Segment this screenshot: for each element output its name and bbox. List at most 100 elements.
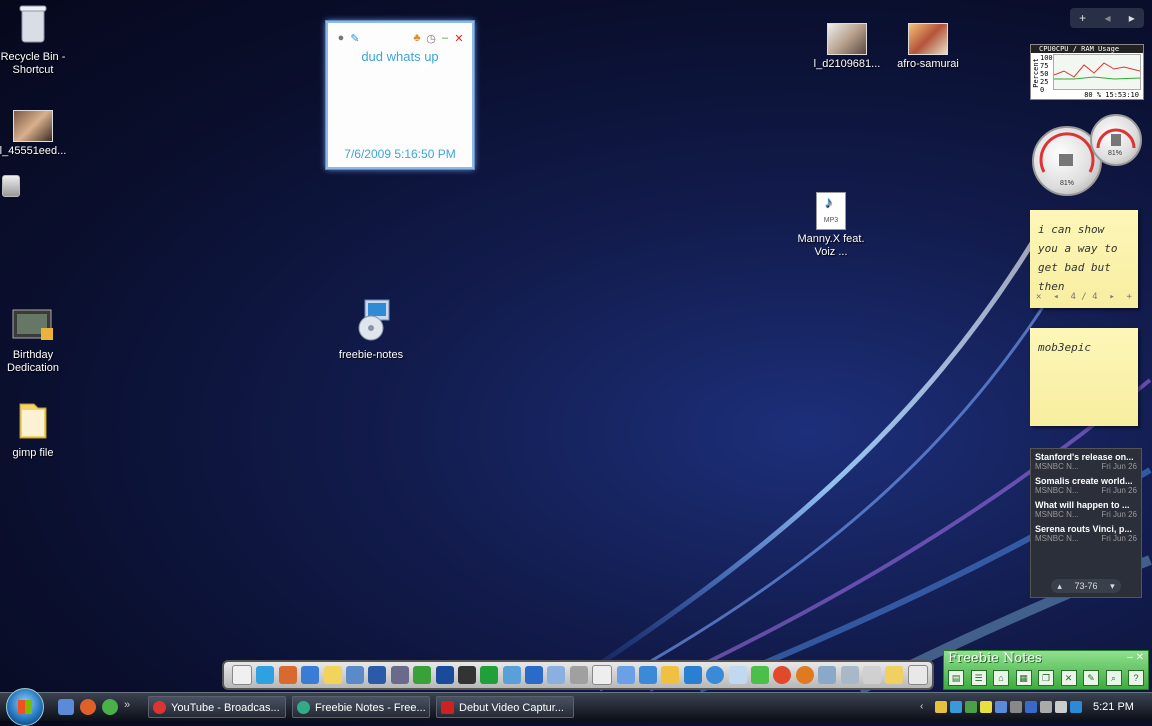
tray-icon[interactable] [980,701,992,713]
dock-app-icon[interactable] [232,665,252,685]
dock-app-icon[interactable] [885,666,904,684]
sticky-note-text[interactable]: mob3epic [1030,328,1138,367]
tray-icon[interactable] [1010,701,1022,713]
taskbar-button-youtube[interactable]: YouTube - Broadcas... [148,696,286,718]
dock-app-icon[interactable] [661,666,680,684]
chrome-icon[interactable] [102,699,118,715]
dock-app-icon[interactable] [639,666,658,684]
sticky-note-1[interactable]: i can show you a way to get bad but then… [1030,210,1138,308]
minimize-icon[interactable]: – [1127,652,1133,663]
quick-launch-more[interactable]: » [124,699,140,715]
desktop-icon-photo-1[interactable]: l_45551eed... [0,110,73,158]
dock-app-icon[interactable] [818,666,837,684]
side-widget-handle[interactable] [2,175,20,197]
dock-app-icon[interactable] [840,666,859,684]
dock-app-icon[interactable] [301,666,320,684]
grid-icon[interactable]: ▦ [1015,670,1032,686]
dock-app-icon[interactable] [706,666,725,684]
dock-app-icon[interactable] [390,666,409,684]
dock-app-icon[interactable] [413,666,432,684]
clock[interactable]: 5:21 PM [1093,701,1134,713]
tray-icon[interactable] [1025,701,1037,713]
home-icon[interactable]: ⌂ [993,670,1009,686]
delete-note-icon[interactable]: ✕ [1036,292,1041,302]
dock-app-icon[interactable] [323,666,342,684]
prev-page-icon[interactable]: ◂ [1104,11,1110,25]
prev-note-icon[interactable]: ◂ [1053,292,1058,302]
sticky-note-2[interactable]: mob3epic [1030,328,1138,426]
dock-app-icon[interactable] [547,666,566,684]
new-note-icon[interactable]: ▤ [948,670,964,686]
pin-icon[interactable]: ● [334,32,348,44]
dock-app-icon[interactable] [368,666,387,684]
tray-icon[interactable] [995,701,1007,713]
dock-app-icon[interactable] [278,666,297,684]
cpu-ram-meter-gadget[interactable]: CPU0CPU / RAM Usage Percent 100 75 50 25 0 8… [1030,44,1144,100]
tray-icon[interactable] [965,701,977,713]
dock-app-icon[interactable] [457,666,476,684]
add-gadget-icon[interactable]: + [1079,11,1086,25]
dock-app-icon[interactable] [435,666,454,684]
dock-app-icon[interactable] [345,666,364,684]
news-next-icon[interactable]: ▾ [1110,581,1115,592]
ram-gauge[interactable]: 81% [1090,114,1142,166]
dock-app-icon[interactable] [256,666,275,684]
freebie-notes-toolbar[interactable]: Freebie Notes – ✕ ▤ ☰ ⌂ ▦ ❐ ✕ ✎ ⌕ ? [943,650,1149,690]
news-item[interactable]: What will happen to ... MSNBC N... Fri Ju… [1031,497,1141,521]
next-note-icon[interactable]: ▸ [1109,292,1114,302]
news-item[interactable]: Stanford's release on... MSNBC N... Fri J… [1031,449,1141,473]
news-feed-gadget[interactable]: Stanford's release on... MSNBC N... Fri J… [1030,448,1142,598]
tray-expand-icon[interactable]: ‹ [920,701,932,713]
dock-app-icon[interactable] [480,666,499,684]
desktop-icon-photo-2[interactable]: l_d2109681... [807,23,887,71]
desktop-icon-freebie-notes[interactable]: freebie-notes [331,298,411,362]
desktop-icon-birthday-dedication[interactable]: Birthday Dedication [0,308,73,375]
desktop-icon-gimp-file[interactable]: gimp file [0,400,73,460]
dock-app-icon[interactable] [728,666,747,684]
copy-icon[interactable]: ❐ [1038,670,1054,686]
freebie-note-window[interactable]: ● ✎ ♣ ◷ – ✕ dud whats up 7/6/2009 5:16:5… [326,21,474,169]
add-note-icon[interactable]: + [1127,292,1132,302]
tray-icon[interactable] [950,701,962,713]
dock-app-icon[interactable] [616,666,635,684]
delete-icon[interactable]: ✕ [1060,670,1077,686]
tray-icon[interactable] [1070,701,1082,713]
dock-app-icon[interactable] [569,666,588,684]
dock-app-icon[interactable] [773,666,792,684]
desktop-icon-afro-samurai[interactable]: afro-samurai [888,23,968,71]
pen-icon[interactable]: ✎ [1083,670,1099,686]
desktop-icon-recycle-bin[interactable]: Recycle Bin - Shortcut [0,4,73,77]
tray-icon[interactable] [935,701,947,713]
palette-icon[interactable]: ♣ [410,32,424,44]
news-item[interactable]: Serena routs Vinci, p... MSNBC N... Fri J… [1031,521,1141,545]
dock-app-icon[interactable] [750,666,769,684]
desktop-icon-mp3[interactable]: ♪ MP3 Manny.X feat. Voiz ... [791,192,871,259]
network-icon[interactable] [1040,701,1052,713]
close-icon[interactable]: ✕ [452,32,466,45]
start-button[interactable] [6,688,44,726]
dock-app-icon[interactable] [502,666,521,684]
news-pager: ▴ 73-76 ▾ [1051,579,1121,593]
close-icon[interactable]: ✕ [1136,652,1144,663]
news-prev-icon[interactable]: ▴ [1057,581,1062,592]
dock-app-icon[interactable] [525,666,544,684]
dock-app-icon[interactable] [592,665,613,685]
search-icon[interactable]: ⌕ [1105,670,1122,686]
note-text[interactable]: dud whats up [328,49,472,64]
next-page-icon[interactable]: ▸ [1129,11,1135,25]
dock-app-icon[interactable] [683,666,702,684]
taskbar-button-debut[interactable]: Debut Video Captur... [436,696,574,718]
notes-list-icon[interactable]: ☰ [970,670,987,686]
news-item[interactable]: Somalis create world... MSNBC N... Fri Ju… [1031,473,1141,497]
minimize-icon[interactable]: – [438,32,452,44]
show-desktop-icon[interactable] [58,699,74,715]
help-icon[interactable]: ? [1128,670,1144,686]
volume-icon[interactable] [1055,701,1067,713]
dock-app-icon[interactable] [795,666,814,684]
dock-app-icon[interactable] [907,665,928,685]
dock-app-icon[interactable] [862,666,881,684]
firefox-icon[interactable] [80,699,96,715]
taskbar-button-freebie-notes[interactable]: Freebie Notes - Free... [292,696,430,718]
clock-icon[interactable]: ◷ [424,32,438,45]
pen-icon[interactable]: ✎ [348,32,362,45]
